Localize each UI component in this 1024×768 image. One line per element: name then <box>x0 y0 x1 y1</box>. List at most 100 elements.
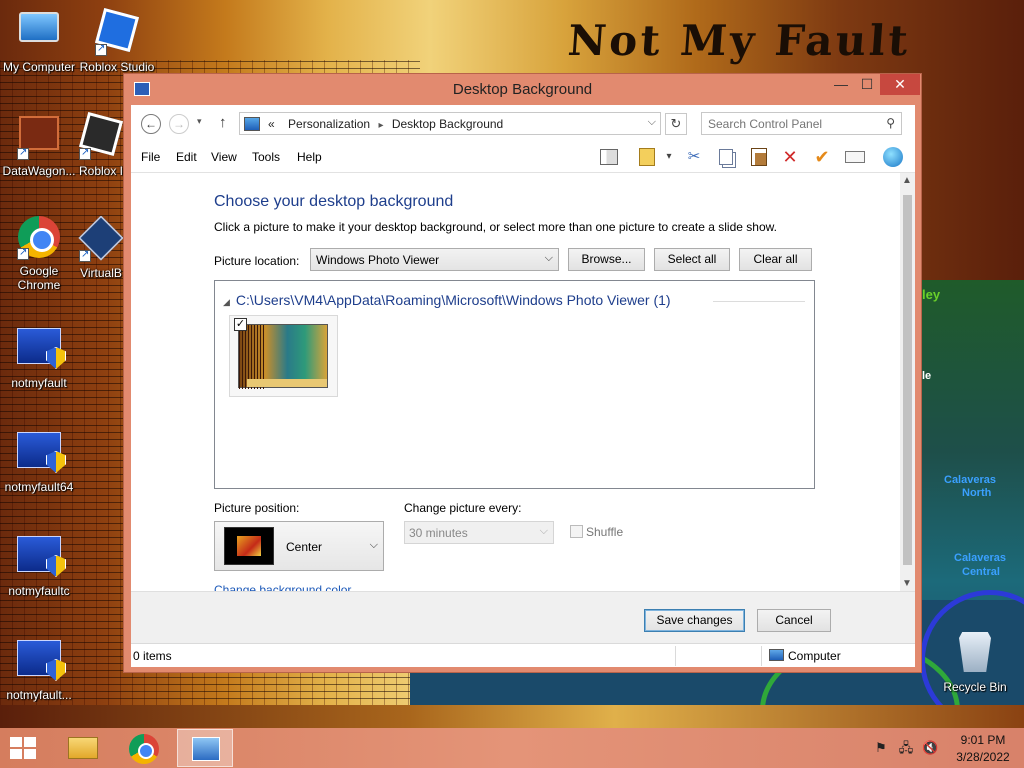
menu-view[interactable]: View <box>211 150 237 164</box>
maximize-button[interactable]: ☐ <box>854 74 880 95</box>
desktop-icon-my-computer[interactable]: My Computer <box>0 8 78 74</box>
desktop-icon-label: notmyfaultc <box>8 584 70 598</box>
map-label: Central <box>962 566 1000 578</box>
breadcrumb-desktop-background[interactable]: Desktop Background <box>392 117 503 131</box>
shortcut-arrow-icon <box>17 246 29 260</box>
layout-pane-icon[interactable] <box>598 147 620 167</box>
cancel-button[interactable]: Cancel <box>757 609 831 632</box>
delete-icon[interactable]: ✕ <box>779 147 801 167</box>
recent-locations-button[interactable]: ▾ <box>197 116 202 127</box>
search-icon[interactable]: ⚲ <box>886 116 895 130</box>
clock-date[interactable]: 3/28/2022 <box>950 750 1016 764</box>
scroll-up-icon[interactable]: ▲ <box>902 175 912 186</box>
windows-logo-icon <box>24 737 36 747</box>
properties-icon[interactable]: ✔ <box>811 147 833 167</box>
desktop-icon-google-chrome[interactable]: Google Chrome <box>0 216 78 292</box>
breadcrumb: « Personalization ▸ Desktop Background <box>268 117 503 131</box>
title-bar[interactable]: Desktop Background — ☐ ✕ <box>124 74 921 105</box>
paste-icon[interactable] <box>748 147 770 167</box>
picture-group-header[interactable]: ◢ C:\Users\VM4\AppData\Roaming\Microsoft\… <box>223 292 671 308</box>
picture-list[interactable]: ◢ C:\Users\VM4\AppData\Roaming\Microsoft\… <box>214 280 815 489</box>
folder-options-icon[interactable] <box>636 147 658 167</box>
desktop-icon-notmyfault64[interactable]: notmyfault64 <box>0 430 78 494</box>
desktop-icon-notmyfault[interactable]: notmyfault <box>0 326 78 390</box>
desktop-icon-roblox-studio[interactable]: Roblox Studio <box>78 7 156 74</box>
desktop-icon-notmyfaultc[interactable]: notmyfaultc <box>0 534 78 598</box>
volume-muted-icon[interactable]: 🔇 <box>922 740 938 756</box>
chevron-down-icon: ⌵ <box>539 525 548 537</box>
chevron-down-icon[interactable]: ▾ <box>658 147 680 167</box>
desktop-icon-roblox[interactable]: Roblox I <box>78 112 124 178</box>
save-changes-button[interactable]: Save changes <box>644 609 745 632</box>
shuffle-label: Shuffle <box>586 525 624 539</box>
menu-tools[interactable]: Tools <box>252 150 280 164</box>
desktop-icon-recycle-bin[interactable]: Recycle Bin <box>936 632 1014 694</box>
dialog-footer: Save changes Cancel <box>131 591 915 643</box>
forward-button[interactable]: → <box>169 114 189 134</box>
change-interval-label: Change picture every: <box>404 501 522 515</box>
cut-icon[interactable]: ✂ <box>683 147 705 167</box>
map-label: ley <box>922 287 941 302</box>
shuffle-checkbox[interactable] <box>570 525 583 538</box>
back-button[interactable]: ← <box>141 114 161 134</box>
select-all-button[interactable]: Select all <box>654 248 730 271</box>
desktop-icon-virtualbox[interactable]: VirtualB <box>78 216 124 280</box>
taskbar-chrome[interactable] <box>116 729 172 767</box>
divider <box>713 301 805 302</box>
menu-edit[interactable]: Edit <box>176 150 197 164</box>
up-button[interactable]: ↑ <box>219 114 227 131</box>
address-field[interactable]: « Personalization ▸ Desktop Background ⌵ <box>239 112 661 135</box>
desktop-icon-label: My Computer <box>2 60 76 74</box>
picture-thumbnail[interactable]: ✓ <box>229 315 338 397</box>
chevron-down-icon: ⌵ <box>544 252 553 264</box>
thumbnail-checkbox[interactable]: ✓ <box>234 318 247 331</box>
close-button[interactable]: ✕ <box>880 74 920 95</box>
refresh-button[interactable]: ↻ <box>665 113 687 135</box>
scroll-thumb[interactable] <box>903 195 912 565</box>
start-button[interactable] <box>10 737 38 761</box>
windows-logo-icon <box>10 737 22 747</box>
desktop-icon-label: Roblox I <box>78 164 124 178</box>
chrome-icon <box>129 734 159 764</box>
desktop-icon-label: notmyfault <box>11 376 67 390</box>
network-icon[interactable]: 🖧 <box>898 740 914 756</box>
breadcrumb-personalization[interactable]: Personalization <box>288 117 370 131</box>
breadcrumb-separator[interactable]: ▸ <box>378 120 383 131</box>
window-client: ← → ▾ ↑ « Personalization ▸ Desktop Back… <box>131 105 915 667</box>
taskbar-control-panel[interactable] <box>177 729 233 767</box>
copy-icon[interactable] <box>715 147 737 167</box>
content-pane: Choose your desktop background Click a p… <box>131 173 900 591</box>
menu-file[interactable]: File <box>141 150 160 164</box>
action-center-flag-icon[interactable]: ⚑ <box>873 740 889 756</box>
thumbnail-image <box>238 324 328 389</box>
picture-position-select[interactable]: Center ⌵ <box>214 521 384 571</box>
rename-icon[interactable] <box>844 147 866 167</box>
control-panel-icon <box>244 117 260 131</box>
minimize-button[interactable]: — <box>828 74 854 95</box>
picture-location-label: Picture location: <box>214 254 300 268</box>
taskbar-file-explorer[interactable] <box>54 729 110 767</box>
search-input[interactable] <box>708 114 878 134</box>
change-background-color-link[interactable]: Change background color <box>214 583 351 591</box>
desktop-icon-notmyfault-ellipsis[interactable]: notmyfault... <box>0 638 78 702</box>
clock-time[interactable]: 9:01 PM <box>955 733 1011 747</box>
vertical-scrollbar[interactable]: ▲ ▼ <box>900 173 915 591</box>
breadcrumb-overflow[interactable]: « <box>268 117 275 131</box>
collapse-triangle-icon[interactable]: ◢ <box>223 297 230 307</box>
picture-location-select[interactable]: Windows Photo Viewer ⌵ <box>310 248 559 271</box>
scroll-down-icon[interactable]: ▼ <box>902 578 912 589</box>
desktop-icon-label: Roblox Studio <box>79 60 155 74</box>
desktop-icon-datawagon[interactable]: DataWagon... <box>0 112 78 178</box>
address-bar: ← → ▾ ↑ « Personalization ▸ Desktop Back… <box>131 105 915 141</box>
desktop-icon-label: notmyfault... <box>6 688 72 702</box>
page-heading: Choose your desktop background <box>214 193 454 210</box>
taskbar: ⚑ 🖧 🔇 9:01 PM 3/28/2022 <box>0 728 1024 768</box>
menu-help[interactable]: Help <box>297 150 322 164</box>
internet-icon[interactable] <box>882 147 904 168</box>
picture-group-path: C:\Users\VM4\AppData\Roaming\Microsoft\W… <box>235 292 671 308</box>
change-interval-select[interactable]: 30 minutes ⌵ <box>404 521 554 544</box>
clear-all-button[interactable]: Clear all <box>739 248 812 271</box>
chevron-down-icon[interactable]: ⌵ <box>648 116 656 129</box>
search-field[interactable]: ⚲ <box>701 112 902 135</box>
browse-button[interactable]: Browse... <box>568 248 645 271</box>
